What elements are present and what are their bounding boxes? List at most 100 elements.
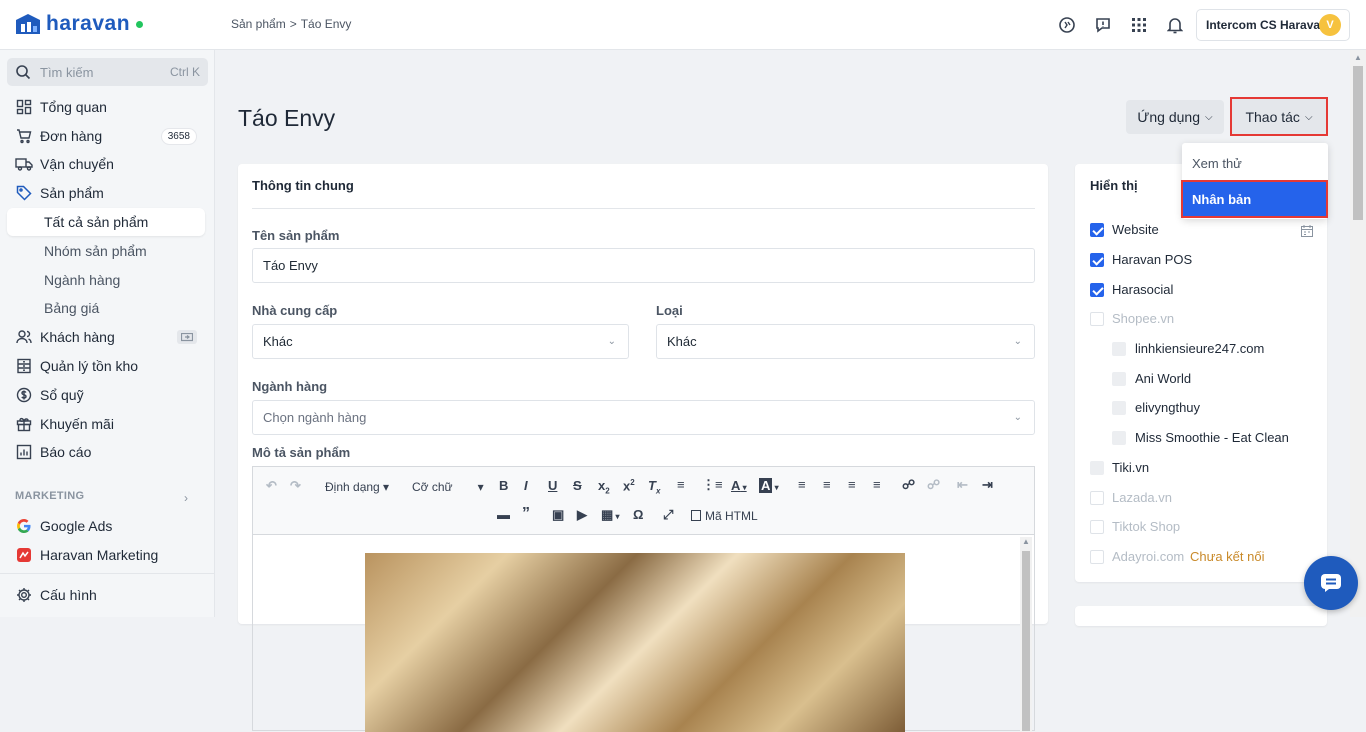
video-icon[interactable]: ▶ [577, 507, 587, 523]
description-label: Mô tả sản phẩm [252, 445, 351, 460]
sidebar-item-reports[interactable]: Báo cáo [0, 438, 215, 466]
sidebar-item-cashbook[interactable]: Sổ quỹ [0, 381, 215, 409]
tiktok-checkbox[interactable] [1090, 520, 1104, 534]
tiktok-label: Tiktok Shop [1112, 519, 1181, 534]
clear-format-icon[interactable]: Tx [648, 478, 660, 496]
haravan-pos-checkbox[interactable] [1090, 253, 1104, 267]
shopee-store-checkbox[interactable] [1112, 372, 1126, 386]
calendar-icon[interactable] [1301, 224, 1313, 240]
indent-icon[interactable]: ⇥ [982, 477, 993, 493]
haravan-logo[interactable]: haravan [14, 12, 144, 36]
sidebar-item-settings[interactable]: Cấu hình [0, 581, 215, 609]
harasocial-checkbox[interactable] [1090, 283, 1104, 297]
vendor-label: Nhà cung cấp [252, 303, 338, 318]
general-info-heading: Thông tin chung [252, 178, 354, 193]
page-scrollbar[interactable]: ▲ [1350, 50, 1366, 617]
html-source-label: Mã HTML [705, 509, 758, 523]
shopee-store-checkbox[interactable] [1112, 431, 1126, 445]
undo-icon[interactable]: ↶ [266, 478, 277, 494]
shopee-store-checkbox[interactable] [1112, 342, 1126, 356]
duplicate-menu-item[interactable]: Nhân bản [1182, 182, 1328, 217]
sidebar-item-inventory[interactable]: Quản lý tồn kho [0, 352, 215, 380]
bulleted-list-icon[interactable]: ⋮≡ [702, 477, 723, 493]
align-center-icon[interactable]: ≡ [823, 477, 831, 492]
shopee-checkbox[interactable] [1090, 312, 1104, 326]
fullscreen-icon[interactable]: ⤢ [663, 507, 673, 523]
special-char-icon[interactable]: Ω [633, 507, 643, 522]
sidebar-item-categories[interactable]: Ngành hàng [0, 266, 215, 294]
sidebar-item-product-groups[interactable]: Nhóm sản phẩm [0, 237, 215, 265]
preview-menu-item[interactable]: Xem thử [1182, 146, 1328, 181]
product-name-input[interactable]: Táo Envy [252, 248, 1035, 283]
description-editor[interactable]: ↶ ↷ Định dạng ▾ Cỡ chữ ▾ B I U S x2 x2 Tx… [252, 466, 1035, 732]
breadcrumb-parent[interactable]: Sản phẩm [231, 17, 286, 31]
blockquote-icon[interactable]: ” [522, 505, 530, 523]
product-name-label: Tên sản phẩm [252, 228, 340, 243]
sidebar-item-products[interactable]: Sản phẩm [0, 179, 215, 207]
apps-grid-icon[interactable] [1128, 14, 1150, 36]
shopee-store-checkbox[interactable] [1112, 401, 1126, 415]
adayroi-label: Adayroi.com [1112, 549, 1185, 564]
bell-icon[interactable] [1164, 14, 1186, 36]
adayroi-checkbox[interactable] [1090, 550, 1104, 564]
sidebar-item-promotions[interactable]: Khuyến mãi [0, 410, 215, 438]
google-icon [15, 517, 33, 535]
scroll-up-icon[interactable]: ▲ [1354, 53, 1362, 62]
scroll-thumb[interactable] [1353, 66, 1363, 220]
chevron-right-icon[interactable]: › [184, 491, 188, 505]
subscript-icon[interactable]: x2 [598, 478, 610, 496]
sidebar-item-label: Ngành hàng [44, 272, 121, 288]
superscript-icon[interactable]: x2 [623, 478, 635, 493]
tiki-checkbox[interactable] [1090, 461, 1104, 475]
align-right-icon[interactable]: ≡ [848, 477, 856, 492]
sidebar-item-overview[interactable]: Tổng quan [0, 93, 215, 121]
vendor-select[interactable]: Khác ⌄ [252, 324, 629, 359]
numbered-list-icon[interactable]: ≡ [677, 477, 685, 492]
chevron-down-icon: ⌵ [1304, 111, 1313, 123]
sidebar-item-orders[interactable]: Đơn hàng 3658 [0, 122, 215, 150]
outdent-icon[interactable]: ⇤ [957, 477, 968, 493]
sidebar-item-haravan-marketing[interactable]: Haravan Marketing [0, 541, 215, 569]
chat-button[interactable] [1304, 556, 1358, 610]
product-image[interactable] [365, 553, 905, 732]
table-icon[interactable]: ▦ ▾ [601, 507, 620, 523]
italic-icon[interactable]: I [524, 478, 528, 493]
sidebar-item-all-products[interactable]: Tất cả sản phẩm [7, 208, 205, 236]
redo-icon[interactable]: ↷ [290, 478, 301, 494]
unlink-icon[interactable]: ☍ [927, 477, 940, 493]
background-color-icon[interactable]: A ▾ [759, 478, 779, 493]
horizontal-rule-icon[interactable]: ▬ [497, 507, 510, 522]
help-icon[interactable] [1056, 14, 1078, 36]
link-icon[interactable]: ☍ [902, 477, 915, 493]
format-dropdown[interactable]: Định dạng ▾ [325, 480, 389, 494]
website-checkbox[interactable] [1090, 223, 1104, 237]
type-label: Loại [656, 303, 683, 318]
dollar-icon [15, 386, 33, 404]
sidebar-item-google-ads[interactable]: Google Ads [0, 512, 215, 540]
font-size-dropdown[interactable]: Cỡ chữ ▾ [412, 480, 484, 494]
apps-button[interactable]: Ứng dụng ⌵ [1126, 100, 1224, 134]
sidebar-item-price-list[interactable]: Bảng giá [0, 294, 215, 322]
sidebar-item-shipping[interactable]: Vận chuyển [0, 150, 215, 178]
not-connected-link[interactable]: Chưa kết nối [1190, 549, 1264, 564]
underline-icon[interactable]: U [548, 478, 557, 493]
html-source-button[interactable]: Mã HTML [691, 509, 758, 523]
category-select[interactable]: Chọn ngành hàng ⌄ [252, 400, 1035, 435]
actions-button[interactable]: Thao tác ⌵ [1231, 98, 1327, 136]
image-icon[interactable]: ▣ [552, 507, 564, 523]
align-left-icon[interactable]: ≡ [798, 477, 806, 492]
account-menu[interactable]: Intercom CS Haravan V [1196, 9, 1350, 41]
chevron-down-icon: ⌄ [1013, 412, 1022, 423]
bold-icon[interactable]: B [499, 478, 508, 493]
search-input[interactable]: Tìm kiếm Ctrl K [7, 58, 208, 86]
strikethrough-icon[interactable]: S [573, 478, 582, 493]
sidebar-item-customers[interactable]: Khách hàng [0, 323, 215, 351]
tiki-label: Tiki.vn [1112, 460, 1150, 475]
screen-share-icon[interactable] [177, 330, 197, 344]
type-select[interactable]: Khác ⌄ [656, 324, 1035, 359]
editor-scrollbar[interactable]: ▲ [1020, 537, 1032, 732]
justify-icon[interactable]: ≡ [873, 477, 881, 492]
lazada-checkbox[interactable] [1090, 491, 1104, 505]
feedback-icon[interactable] [1092, 14, 1114, 36]
text-color-icon[interactable]: A ▾ [731, 478, 747, 493]
